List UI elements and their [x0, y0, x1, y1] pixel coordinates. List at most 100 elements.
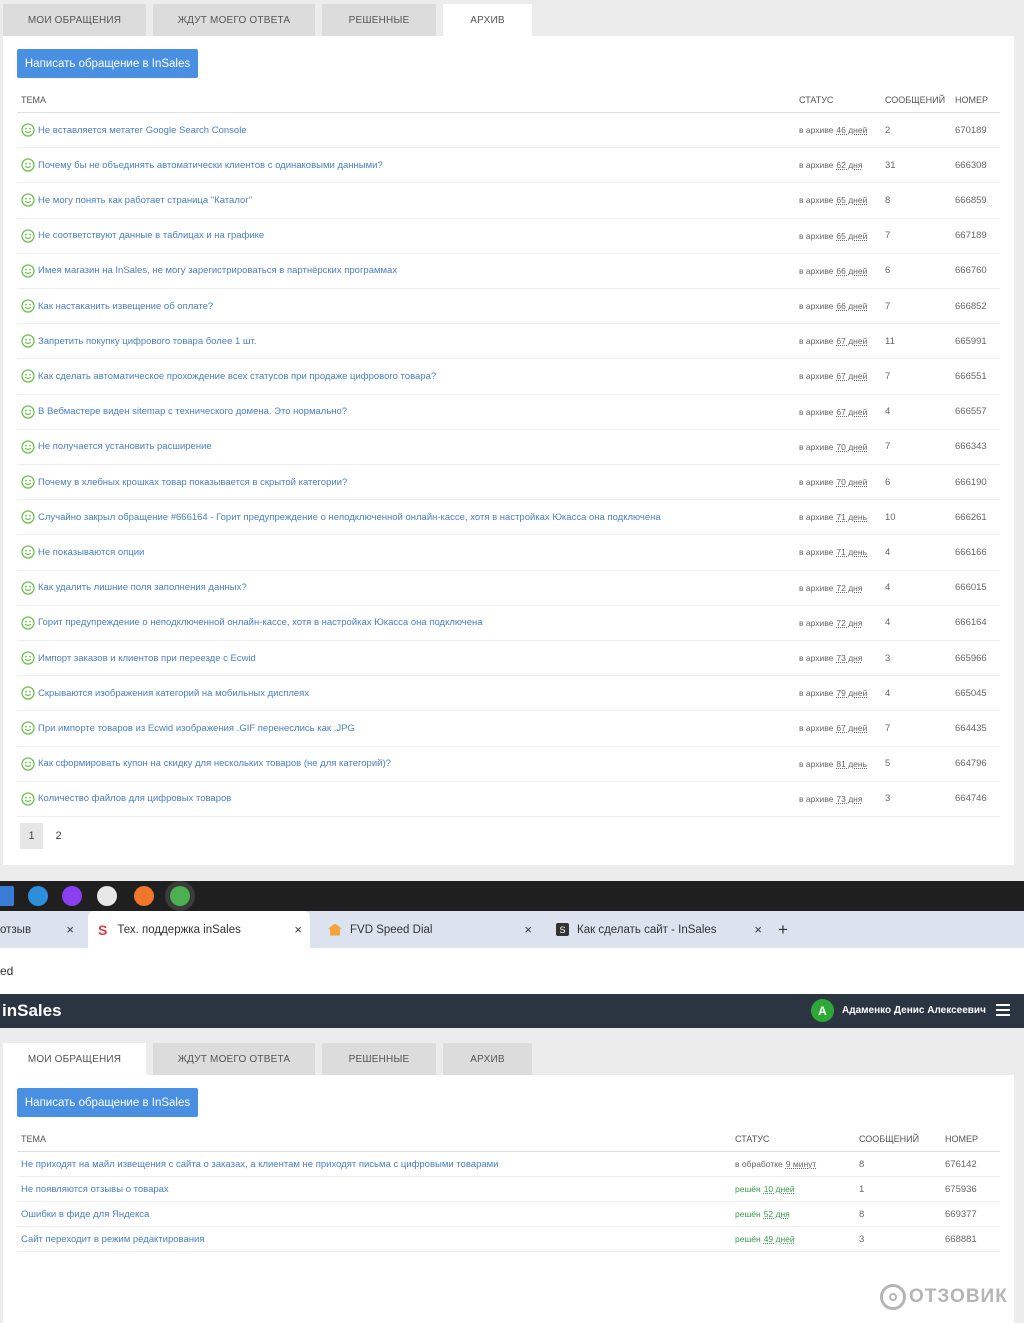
request-subject-link[interactable]: Сайт переходит в режим редактирования	[21, 1234, 204, 1245]
page-2-button[interactable]: 2	[47, 823, 70, 849]
request-subject-link[interactable]: Не приходят на майл извещения с сайта о …	[21, 1159, 498, 1170]
close-icon[interactable]: ×	[294, 922, 302, 937]
table-row[interactable]: Горит предупреждение о неподключенной он…	[17, 606, 1000, 641]
table-row[interactable]: Как сделать автоматическое прохождение в…	[17, 359, 1000, 395]
tab-my-requests[interactable]: МОИ ОБРАЩЕНИЯ	[3, 1043, 146, 1075]
page-1-button[interactable]: 1	[20, 823, 43, 849]
table-row[interactable]: Не соответствуют данные в таблицах и на …	[17, 219, 1000, 254]
table-row[interactable]: Количество файлов для цифровых товаров в …	[17, 782, 1000, 817]
request-subject-link[interactable]: Ошибки в фиде для Яндекса	[21, 1209, 149, 1220]
request-subject-link[interactable]: При импорте товаров из Ecwid изображения…	[38, 723, 355, 734]
request-subject-link[interactable]: Импорт заказов и клиентов при переезде с…	[38, 653, 256, 664]
table-row[interactable]: Сайт переходит в режим редактирования реш…	[17, 1227, 1000, 1252]
menu-icon[interactable]	[996, 1004, 1010, 1019]
close-icon[interactable]: ×	[66, 922, 74, 937]
request-subject[interactable]: В Вебмастере виден sitemap с техническог…	[21, 395, 347, 429]
request-subject-link[interactable]: Не показываются опции	[38, 547, 144, 558]
table-row[interactable]: Не показываются опции в архиве 71 день 4 666…	[17, 535, 1000, 571]
request-subject[interactable]: Случайно закрыл обращение #666164 - Гори…	[21, 500, 661, 534]
request-subject-link[interactable]: Не соответствуют данные в таблицах и на …	[38, 230, 264, 241]
request-subject[interactable]: Ошибки в фиде для Яндекса	[21, 1202, 149, 1226]
table-row[interactable]: Не приходят на майл извещения с сайта о …	[17, 1152, 1000, 1177]
new-request-button[interactable]: Написать обращение в InSales	[17, 1088, 198, 1117]
address-bar[interactable]: ed	[0, 948, 1024, 994]
browser-tab-make-site[interactable]: S Как сделать сайт - InSales ×	[548, 911, 770, 948]
request-subject-link[interactable]: Почему бы не объединять автоматически кл…	[38, 160, 383, 171]
request-subject[interactable]: Как сформировать купон на скидку для нес…	[21, 747, 391, 781]
request-subject[interactable]: Импорт заказов и клиентов при переезде с…	[21, 641, 256, 675]
table-row[interactable]: Ошибки в фиде для Яндекса решён 52 дня 8 669…	[17, 1202, 1000, 1227]
table-row[interactable]: Импорт заказов и клиентов при переезде с…	[17, 641, 1000, 677]
table-row[interactable]: При импорте товаров из Ecwid изображения…	[17, 711, 1000, 747]
browser-tab-speed-dial[interactable]: FVD Speed Dial ×	[318, 911, 540, 948]
request-subject-link[interactable]: В Вебмастере виден sitemap с техническог…	[38, 406, 347, 417]
request-subject-link[interactable]: Не могу понять как работает страница "Ка…	[38, 195, 252, 206]
insales-logo[interactable]: inSales	[2, 1001, 62, 1021]
tab-archive[interactable]: АРХИВ	[443, 1043, 532, 1075]
table-row[interactable]: Скрываются изображения категорий на моби…	[17, 676, 1000, 712]
tab-archive[interactable]: АРХИВ	[443, 4, 532, 36]
request-subject-link[interactable]: Как удалить лишние поля заполнения данны…	[38, 582, 247, 593]
table-row[interactable]: Случайно закрыл обращение #666164 - Гори…	[17, 500, 1000, 536]
request-subject-link[interactable]: Случайно закрыл обращение #666164 - Гори…	[38, 512, 661, 523]
new-request-button[interactable]: Написать обращение в InSales	[17, 49, 198, 78]
yandex-browser-icon[interactable]	[97, 886, 117, 906]
request-subject-link[interactable]: Как сформировать купон на скидку для нес…	[38, 758, 391, 769]
request-subject[interactable]: Сайт переходит в режим редактирования	[21, 1227, 204, 1251]
request-subject[interactable]: Как удалить лишние поля заполнения данны…	[21, 571, 247, 605]
close-icon[interactable]: ×	[754, 922, 762, 937]
request-subject-link[interactable]: Запретить покупку цифрового товара более…	[38, 336, 257, 347]
table-row[interactable]: В Вебмастере виден sitemap с техническог…	[17, 395, 1000, 430]
request-subject[interactable]: Как настаканить извещение об оплате?	[21, 289, 213, 323]
avatar[interactable]: А	[811, 999, 834, 1022]
request-subject[interactable]: При импорте товаров из Ecwid изображения…	[21, 711, 355, 745]
app-icon[interactable]	[0, 886, 14, 906]
request-subject-link[interactable]: Как настаканить извещение об оплате?	[38, 301, 213, 312]
user-name[interactable]: Адаменко Денис Алексеевич	[842, 1005, 986, 1016]
table-row[interactable]: Не появляются отзывы о товарах решён 10 дн…	[17, 1177, 1000, 1202]
request-subject[interactable]: Как сделать автоматическое прохождение в…	[21, 359, 436, 393]
request-subject[interactable]: Не могу понять как работает страница "Ка…	[21, 183, 252, 217]
request-subject-link[interactable]: Скрываются изображения категорий на моби…	[38, 688, 309, 699]
tab-solved[interactable]: РЕШЕННЫЕ	[322, 1043, 436, 1075]
request-subject[interactable]: Не появляются отзывы о товарах	[21, 1177, 169, 1201]
request-subject[interactable]: Не вставляется метатег Google Search Con…	[21, 113, 247, 147]
request-subject-link[interactable]: Почему в хлебных крошках товар показывае…	[38, 477, 347, 488]
tab-waiting-my-reply[interactable]: ЖДУТ МОЕГО ОТВЕТА	[153, 4, 315, 36]
firefox-icon[interactable]	[134, 886, 154, 906]
table-row[interactable]: Как настаканить извещение об оплате? в ар…	[17, 289, 1000, 325]
request-subject-link[interactable]: Не появляются отзывы о товарах	[21, 1184, 169, 1195]
request-subject[interactable]: Почему бы не объединять автоматически кл…	[21, 148, 383, 182]
browser-tab-review[interactable]: отзыв ×	[0, 911, 82, 948]
table-row[interactable]: Не получается установить расширение в арх…	[17, 430, 1000, 465]
chrome-icon[interactable]	[170, 886, 190, 906]
request-subject-link[interactable]: Имея магазин на InSales, не могу зарегис…	[38, 265, 397, 276]
request-subject[interactable]: Не получается установить расширение	[21, 430, 212, 464]
tor-icon[interactable]	[62, 886, 82, 906]
request-subject[interactable]: Не приходят на майл извещения с сайта о …	[21, 1152, 498, 1176]
tab-waiting-my-reply[interactable]: ЖДУТ МОЕГО ОТВЕТА	[153, 1043, 315, 1075]
request-subject[interactable]: Не показываются опции	[21, 535, 144, 569]
request-subject-link[interactable]: Не вставляется метатег Google Search Con…	[38, 125, 247, 136]
browser-tab-support[interactable]: S Тех. поддержка inSales ×	[88, 911, 310, 948]
browser-icon[interactable]	[28, 886, 48, 906]
request-subject[interactable]: Скрываются изображения категорий на моби…	[21, 676, 309, 710]
table-row[interactable]: Не могу понять как работает страница "Ка…	[17, 183, 1000, 219]
request-subject[interactable]: Почему в хлебных крошках товар показывае…	[21, 465, 347, 499]
request-subject-link[interactable]: Горит предупреждение о неподключенной он…	[38, 617, 483, 628]
request-subject-link[interactable]: Как сделать автоматическое прохождение в…	[38, 371, 436, 382]
close-icon[interactable]: ×	[524, 922, 532, 937]
table-row[interactable]: Как сформировать купон на скидку для нес…	[17, 747, 1000, 782]
table-row[interactable]: Как удалить лишние поля заполнения данны…	[17, 571, 1000, 606]
request-subject-link[interactable]: Количество файлов для цифровых товаров	[38, 793, 231, 804]
table-row[interactable]: Имея магазин на InSales, не могу зарегис…	[17, 254, 1000, 289]
new-tab-button[interactable]: +	[778, 911, 798, 948]
table-row[interactable]: Запретить покупку цифрового товара более…	[17, 324, 1000, 360]
table-row[interactable]: Почему бы не объединять автоматически кл…	[17, 148, 1000, 184]
request-subject[interactable]: Не соответствуют данные в таблицах и на …	[21, 219, 264, 253]
table-row[interactable]: Почему в хлебных крошках товар показывае…	[17, 465, 1000, 501]
request-subject[interactable]: Имея магазин на InSales, не могу зарегис…	[21, 254, 397, 288]
request-subject[interactable]: Запретить покупку цифрового товара более…	[21, 324, 257, 358]
request-subject[interactable]: Горит предупреждение о неподключенной он…	[21, 606, 483, 640]
tab-my-requests[interactable]: МОИ ОБРАЩЕНИЯ	[3, 4, 146, 36]
